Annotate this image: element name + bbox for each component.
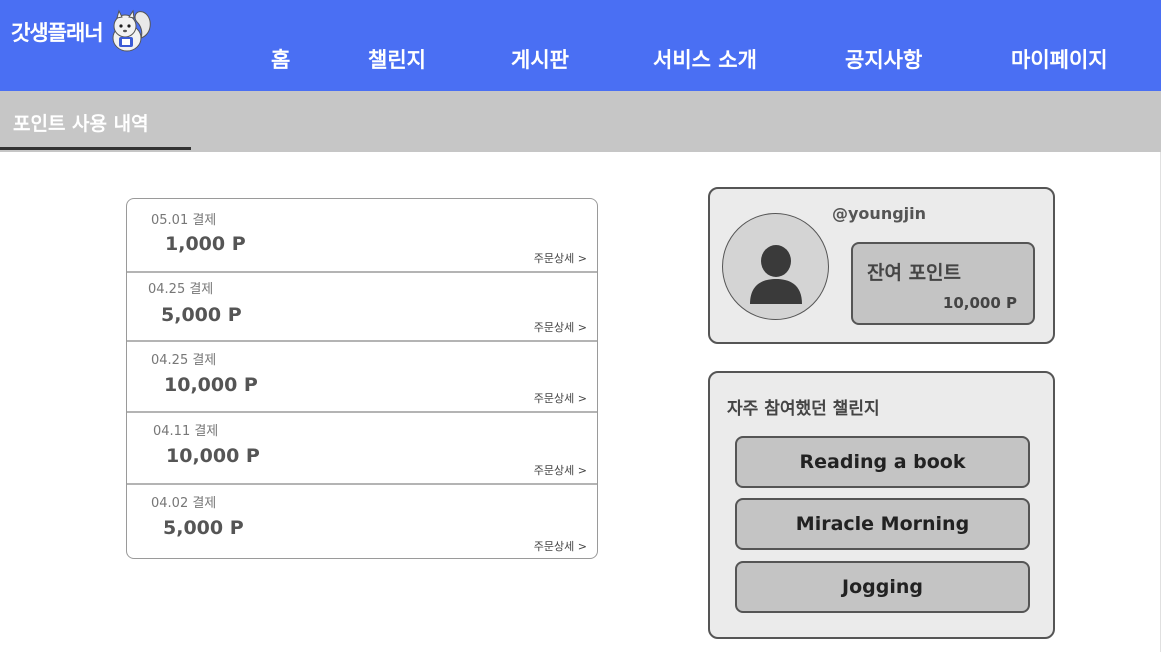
history-amount: 10,000 P: [166, 445, 260, 467]
history-item: 04.11 결제 10,000 P 주문상세 >: [127, 413, 597, 483]
remaining-points-value: 10,000 P: [942, 294, 1017, 312]
history-item: 04.25 결제 5,000 P 주문상세 >: [127, 273, 597, 341]
nav-board[interactable]: 게시판: [511, 44, 569, 74]
history-item: 04.02 결제 5,000 P 주문상세 >: [127, 485, 597, 558]
nav-home[interactable]: 홈: [271, 44, 290, 74]
history-date: 04.11 결제: [153, 424, 219, 439]
top-header: 갓생플래너 홈 챌린지 게시판 서비스 소개 공지사항 마이페이지: [0, 0, 1161, 91]
order-detail-link[interactable]: 주문상세 >: [534, 390, 587, 406]
point-history-list: 05.01 결제 1,000 P 주문상세 > 04.25 결제 5,000 P…: [126, 198, 598, 559]
nav-mypage[interactable]: 마이페이지: [1011, 44, 1108, 74]
frequent-challenges-card: 자주 참여했던 챌린지 Reading a book Miracle Morni…: [708, 371, 1055, 639]
history-date: 04.25 결제: [151, 353, 217, 368]
frequent-challenges-title: 자주 참여했던 챌린지: [727, 399, 880, 419]
challenge-button-jogging[interactable]: Jogging: [735, 561, 1030, 613]
history-amount: 5,000 P: [161, 304, 242, 326]
challenge-button-reading[interactable]: Reading a book: [735, 436, 1030, 488]
profile-card: @youngjin 잔여 포인트 10,000 P: [708, 187, 1055, 344]
order-detail-link[interactable]: 주문상세 >: [534, 250, 587, 266]
nav-challenge[interactable]: 챌린지: [368, 44, 426, 74]
remaining-points-box: 잔여 포인트 10,000 P: [851, 242, 1035, 325]
page-title-bar: 포인트 사용 내역: [0, 91, 1161, 152]
order-detail-link[interactable]: 주문상세 >: [534, 538, 587, 554]
avatar[interactable]: [722, 213, 829, 320]
order-detail-link[interactable]: 주문상세 >: [534, 462, 587, 478]
username: @youngjin: [832, 204, 927, 223]
history-date: 05.01 결제: [151, 213, 217, 228]
main-nav: 홈 챌린지 게시판 서비스 소개 공지사항 마이페이지: [0, 44, 1161, 74]
history-date: 04.02 결제: [151, 496, 217, 511]
history-amount: 10,000 P: [164, 374, 258, 396]
logo-text: 갓생플래너: [11, 21, 104, 45]
nav-service-intro[interactable]: 서비스 소개: [653, 44, 757, 74]
history-item: 04.25 결제 10,000 P 주문상세 >: [127, 342, 597, 412]
user-avatar-icon: [750, 245, 802, 304]
history-item: 05.01 결제 1,000 P 주문상세 >: [127, 199, 597, 271]
active-tab-underline: [0, 147, 191, 150]
page-title: 포인트 사용 내역: [13, 113, 149, 135]
order-detail-link[interactable]: 주문상세 >: [534, 319, 587, 335]
history-amount: 1,000 P: [165, 233, 246, 255]
history-amount: 5,000 P: [163, 517, 244, 539]
nav-notice[interactable]: 공지사항: [845, 44, 922, 74]
remaining-points-label: 잔여 포인트: [867, 262, 962, 284]
challenge-button-miracle-morning[interactable]: Miracle Morning: [735, 498, 1030, 550]
history-date: 04.25 결제: [148, 282, 214, 297]
